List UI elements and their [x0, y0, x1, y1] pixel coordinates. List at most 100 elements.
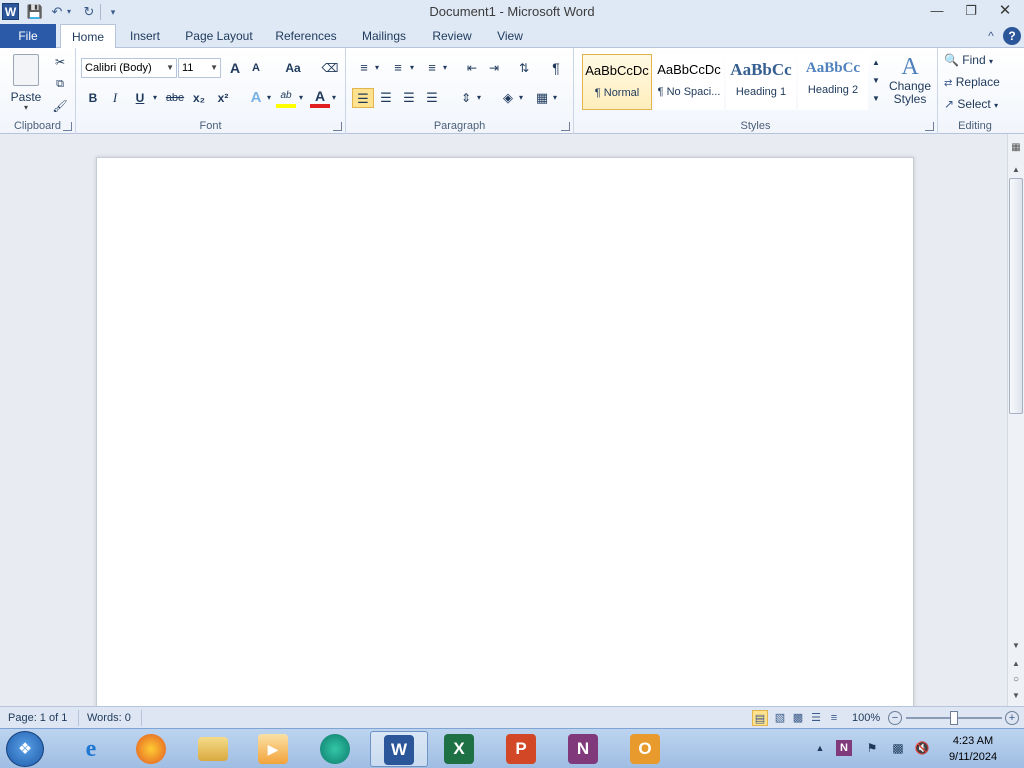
borders-dropdown-icon[interactable]: ▾	[551, 88, 559, 108]
multilevel-list-icon[interactable]: ≡	[422, 58, 442, 78]
align-center-icon[interactable]: ☰	[376, 88, 396, 108]
network-icon[interactable]: ▩	[890, 740, 906, 756]
previous-page-icon[interactable]: ▲	[1008, 656, 1024, 671]
strikethrough-button[interactable]: abe	[164, 88, 186, 108]
next-page-icon[interactable]: ▼	[1008, 688, 1024, 703]
style-heading-1[interactable]: AaBbCc Heading 1	[726, 54, 796, 110]
taskbar-excel[interactable]: X	[430, 731, 488, 767]
font-name-combo[interactable]: Calibri (Body) ▼	[81, 58, 177, 78]
action-center-flag-icon[interactable]: ⚑	[864, 740, 880, 756]
shrink-font-button[interactable]: A	[247, 58, 265, 78]
tab-insert[interactable]: Insert	[122, 24, 168, 48]
line-spacing-dropdown-icon[interactable]: ▾	[475, 88, 483, 108]
taskbar-file-explorer[interactable]	[184, 731, 242, 767]
scroll-down-icon[interactable]: ▼	[1008, 638, 1024, 653]
tab-mailings[interactable]: Mailings	[354, 24, 414, 48]
superscript-button[interactable]: x²	[213, 88, 233, 108]
italic-button[interactable]: I	[106, 88, 124, 108]
underline-button[interactable]: U	[131, 88, 149, 108]
font-color-button[interactable]: A	[310, 88, 330, 108]
tab-file[interactable]: File	[0, 24, 56, 48]
start-button[interactable]: ❖	[6, 731, 44, 767]
tab-review[interactable]: Review	[426, 24, 478, 48]
bold-button[interactable]: B	[84, 88, 102, 108]
style-no-spacing[interactable]: AaBbCcDc ¶ No Spaci...	[654, 54, 724, 110]
restore-icon[interactable]: ❐	[954, 0, 988, 22]
underline-dropdown-icon[interactable]: ▾	[150, 88, 160, 108]
taskbar-powerpoint[interactable]: P	[492, 731, 550, 767]
bullets-dropdown-icon[interactable]: ▾	[373, 58, 381, 78]
shading-icon[interactable]: ◈	[498, 88, 518, 108]
scroll-up-icon[interactable]: ▲	[1008, 162, 1024, 177]
print-layout-view-icon[interactable]: ▤	[752, 710, 768, 726]
select-browse-object-icon[interactable]: ○	[1008, 672, 1024, 687]
styles-scroll-up-icon[interactable]: ▲	[870, 54, 882, 72]
paste-button[interactable]: Paste ▾	[6, 52, 46, 112]
text-effects-dropdown-icon[interactable]: ▾	[265, 88, 273, 108]
numbering-icon[interactable]: ≡	[388, 58, 408, 78]
text-effects-button[interactable]: A	[246, 88, 266, 108]
styles-scroll-down-icon[interactable]: ▼	[870, 72, 882, 90]
align-left-icon[interactable]: ☰	[352, 88, 374, 108]
decrease-indent-icon[interactable]: ⇤	[462, 58, 482, 78]
styles-launcher-icon[interactable]	[925, 122, 934, 131]
borders-icon[interactable]: ▦	[532, 88, 552, 108]
highlight-dropdown-icon[interactable]: ▾	[297, 88, 305, 108]
bullets-icon[interactable]: ≡	[354, 58, 374, 78]
word-count[interactable]: Words: 0	[87, 710, 131, 726]
change-styles-button[interactable]: A Change Styles	[886, 52, 934, 114]
taskbar-onenote[interactable]: N	[554, 731, 612, 767]
highlight-button[interactable]: ab	[276, 88, 296, 108]
help-icon[interactable]: ?	[1003, 27, 1021, 45]
taskbar-word[interactable]: W	[370, 731, 428, 767]
font-color-dropdown-icon[interactable]: ▾	[330, 88, 338, 108]
paragraph-launcher-icon[interactable]	[561, 122, 570, 131]
increase-indent-icon[interactable]: ⇥	[484, 58, 504, 78]
multilevel-list-dropdown-icon[interactable]: ▾	[441, 58, 449, 78]
onenote-tray-icon[interactable]: N	[836, 740, 852, 756]
scroll-thumb[interactable]	[1009, 178, 1023, 414]
tab-home[interactable]: Home	[60, 24, 116, 49]
close-icon[interactable]: ✕	[988, 0, 1022, 22]
system-clock[interactable]: 4:23 AM 9/11/2024	[940, 733, 1006, 765]
grow-font-button[interactable]: A	[226, 58, 244, 78]
justify-icon[interactable]: ☰	[422, 88, 442, 108]
style-heading-2[interactable]: AaBbCc Heading 2	[798, 54, 868, 110]
subscript-button[interactable]: x₂	[189, 88, 209, 108]
styles-more-icon[interactable]: ▼	[870, 90, 882, 108]
select-button[interactable]: ↗ Select ▾	[944, 94, 1010, 114]
replace-button[interactable]: ⇄ Replace	[944, 72, 1010, 92]
taskbar-firefox[interactable]	[122, 731, 180, 767]
show-hidden-icons-icon[interactable]: ▲	[812, 740, 828, 756]
shading-dropdown-icon[interactable]: ▾	[517, 88, 525, 108]
line-spacing-icon[interactable]: ⇕	[456, 88, 476, 108]
show-marks-button[interactable]: ¶	[546, 58, 566, 78]
copy-icon[interactable]: ⧉	[50, 74, 70, 94]
numbering-dropdown-icon[interactable]: ▾	[408, 58, 416, 78]
vertical-scrollbar[interactable]: ▦ ▲ ▼ ▲ ○ ▼	[1007, 134, 1024, 706]
tab-page-layout[interactable]: Page Layout	[180, 24, 258, 48]
page-count[interactable]: Page: 1 of 1	[8, 710, 67, 726]
tab-references[interactable]: References	[270, 24, 342, 48]
volume-muted-icon[interactable]: 🔇	[914, 740, 930, 756]
document-page[interactable]	[96, 157, 914, 717]
clear-formatting-icon[interactable]: ⌫	[320, 58, 340, 78]
tab-view[interactable]: View	[490, 24, 530, 48]
taskbar-unknown-app[interactable]	[306, 731, 364, 767]
format-painter-icon[interactable]: 🖌	[50, 96, 70, 116]
zoom-level[interactable]: 100%	[852, 710, 880, 726]
zoom-out-icon[interactable]: −	[888, 711, 902, 725]
full-screen-reading-icon[interactable]: ▧	[772, 710, 788, 726]
font-size-combo[interactable]: 11 ▼	[178, 58, 221, 78]
change-case-button[interactable]: Aa	[278, 58, 308, 78]
zoom-slider-thumb[interactable]	[950, 711, 958, 725]
ruler-toggle-icon[interactable]: ▦	[1008, 140, 1024, 155]
align-right-icon[interactable]: ☰	[399, 88, 419, 108]
draft-view-icon[interactable]: ≡	[826, 710, 842, 726]
outline-view-icon[interactable]: ☰	[808, 710, 824, 726]
minimize-icon[interactable]: —	[920, 0, 954, 22]
style-normal[interactable]: AaBbCcDc ¶ Normal	[582, 54, 652, 110]
taskbar-media-player[interactable]: ▶	[244, 731, 302, 767]
web-layout-icon[interactable]: ▩	[790, 710, 806, 726]
zoom-in-icon[interactable]: +	[1005, 711, 1019, 725]
